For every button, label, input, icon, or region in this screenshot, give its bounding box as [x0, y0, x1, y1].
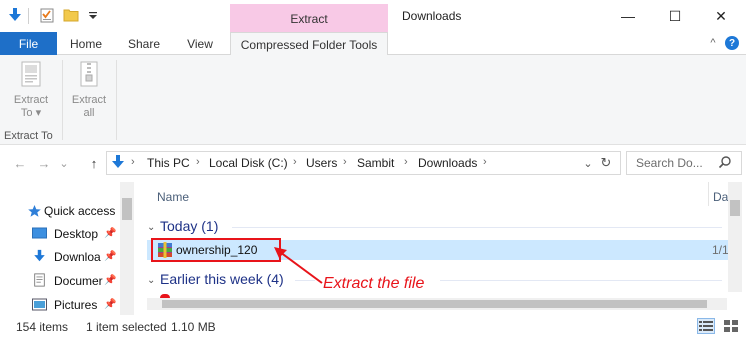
nav-item-label: Desktop	[54, 227, 99, 241]
address-dropdown-button[interactable]: ⌄	[580, 155, 596, 171]
navigation-pane	[0, 180, 136, 315]
extract-all-line1: Extract	[71, 94, 107, 106]
nav-item-label: Downloa	[54, 250, 101, 264]
breadcrumb-downloads[interactable]: Downloads	[418, 156, 477, 170]
download-icon	[34, 249, 45, 262]
extract-all-line2: all	[83, 107, 95, 119]
breadcrumb-separator: ›	[483, 156, 487, 168]
extract-all-icon	[80, 61, 98, 87]
pin-icon[interactable]: 📌	[104, 251, 116, 262]
collapse-ribbon-button[interactable]: ^	[705, 35, 721, 51]
group-collapse-icon[interactable]: ⌄	[147, 275, 155, 286]
nav-item-label: Pictures	[54, 298, 98, 312]
search-icon[interactable]	[718, 155, 732, 172]
extract-to-line1: Extract	[13, 94, 49, 106]
group-header-today[interactable]: Today (1)	[160, 218, 218, 234]
folder-icon[interactable]	[62, 6, 80, 24]
details-view-icon[interactable]	[697, 318, 715, 334]
nav-pane-scroll-thumb[interactable]	[122, 198, 132, 220]
download-location-icon	[111, 154, 125, 173]
file-list-scrollbar[interactable]	[728, 182, 742, 292]
checklist-icon[interactable]	[38, 6, 56, 24]
breadcrumb-separator: ›	[131, 156, 135, 168]
column-divider[interactable]	[708, 182, 709, 206]
extract-to-button[interactable]: Extract To ▾	[8, 60, 54, 126]
large-icons-view-icon[interactable]	[722, 318, 740, 334]
extract-all-button[interactable]: Extract all	[66, 60, 112, 126]
annotation-arrow	[274, 247, 323, 284]
tab-view[interactable]: View	[176, 32, 224, 55]
close-button[interactable]: ✕	[698, 0, 744, 32]
breadcrumb-local-disk[interactable]: Local Disk (C:)	[209, 156, 288, 170]
pictures-icon	[32, 298, 47, 311]
annotation-text: Extract the file	[323, 275, 425, 292]
breadcrumb-separator: ›	[196, 156, 200, 168]
group-divider	[232, 227, 722, 228]
nav-item-label: Quick access	[44, 204, 116, 218]
breadcrumb-sambit[interactable]: Sambit	[357, 156, 394, 170]
nav-item-label: Documer	[54, 274, 103, 288]
column-header-name[interactable]: Name	[157, 190, 189, 204]
documents-icon	[34, 273, 45, 287]
tab-share[interactable]: Share	[120, 32, 168, 55]
pin-icon[interactable]: 📌	[104, 299, 116, 310]
up-button[interactable]: ↑	[86, 155, 102, 171]
contextual-group-label: Extract	[290, 11, 328, 26]
file-date: 1/1	[712, 243, 729, 257]
recent-locations-button[interactable]: ⌄	[58, 155, 70, 171]
search-input[interactable]: Search Do...	[636, 156, 703, 170]
window-title: Downloads	[402, 9, 462, 23]
maximize-button[interactable]: ☐	[652, 0, 698, 32]
breadcrumb-separator: ›	[343, 156, 347, 168]
customize-toolbar-icon[interactable]	[84, 6, 102, 24]
extract-to-icon	[21, 61, 41, 87]
tab-home[interactable]: Home	[62, 32, 110, 55]
pin-icon[interactable]: 📌	[104, 275, 116, 286]
breadcrumb-this-pc[interactable]: This PC	[147, 156, 190, 170]
breadcrumb-users[interactable]: Users	[306, 156, 337, 170]
refresh-button[interactable]: ↻	[598, 155, 614, 171]
ribbon-separator	[116, 60, 117, 140]
forward-button[interactable]: →	[36, 155, 52, 171]
breadcrumb-separator: ›	[404, 156, 408, 168]
ribbon-group-label: Extract To	[4, 130, 53, 142]
status-selection: 1 item selected	[86, 320, 167, 334]
desktop-icon	[32, 227, 47, 239]
extract-to-line2: To ▾	[20, 107, 42, 119]
down-arrow-icon[interactable]	[6, 6, 24, 24]
horizontal-scroll-thumb[interactable]	[162, 300, 707, 308]
status-item-count: 154 items	[16, 320, 69, 334]
toolbar-separator	[28, 8, 29, 24]
minimize-button[interactable]: —	[605, 0, 651, 32]
back-button[interactable]: ←	[12, 155, 28, 171]
help-button[interactable]: ?	[725, 36, 739, 50]
file-list-scroll-thumb[interactable]	[730, 200, 740, 216]
highlight-box	[151, 238, 281, 262]
group-collapse-icon[interactable]: ⌄	[147, 222, 155, 233]
group-divider	[440, 280, 722, 281]
breadcrumb-separator: ›	[293, 156, 297, 168]
status-size: 1.10 MB	[171, 320, 216, 334]
ribbon-separator	[62, 60, 63, 140]
star-icon	[28, 205, 41, 217]
tab-compressed-folder-tools[interactable]: Compressed Folder Tools	[230, 32, 388, 56]
group-header-earlier-this-week[interactable]: Earlier this week (4)	[160, 271, 284, 287]
tab-file[interactable]: File	[0, 32, 57, 55]
pin-icon[interactable]: 📌	[104, 228, 116, 239]
column-header-date[interactable]: Da	[713, 190, 728, 204]
